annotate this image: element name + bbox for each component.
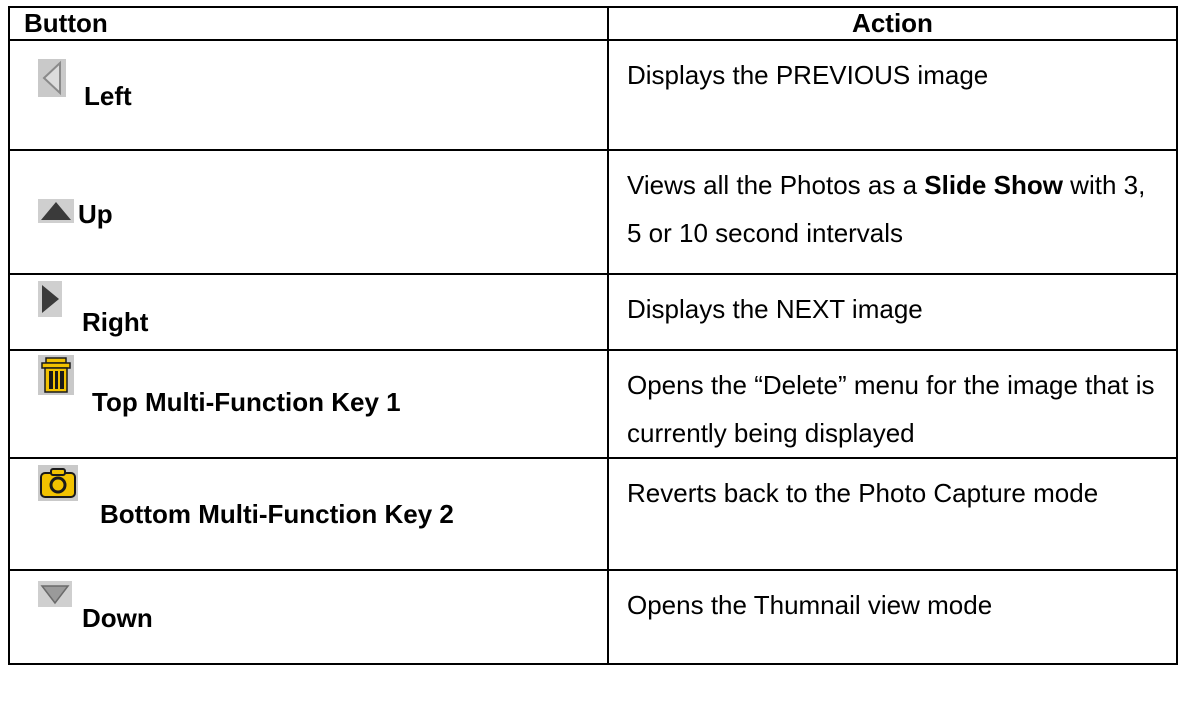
action-text: Displays the NEXT image	[627, 294, 923, 324]
table-row: Top Multi-Function Key 1 Opens the “Dele…	[8, 349, 1178, 459]
action-cell: Reverts back to the Photo Capture mode	[607, 457, 1178, 571]
action-text-bold: Slide Show	[924, 170, 1063, 200]
button-cell-right: Right	[8, 273, 609, 351]
button-action-table: Button Action Left Displays the PREVIOUS…	[8, 6, 1178, 665]
up-arrow-icon	[38, 199, 74, 228]
action-text: Opens the “Delete” menu for the image th…	[627, 370, 1155, 448]
button-label: Left	[84, 81, 132, 111]
table-row: Left Displays the PREVIOUS image	[8, 39, 1178, 151]
action-text-part: Views all the Photos as a	[627, 170, 925, 200]
button-label: Up	[78, 199, 113, 229]
button-label: Bottom Multi-Function Key 2	[100, 499, 454, 529]
action-cell: Opens the Thumnail view mode	[607, 569, 1178, 665]
action-text: Views all the Photos as a Slide Show wit…	[627, 170, 1145, 248]
action-cell: Displays the PREVIOUS image	[607, 39, 1178, 151]
table-row: Bottom Multi-Function Key 2 Reverts back…	[8, 457, 1178, 571]
action-cell: Views all the Photos as a Slide Show wit…	[607, 149, 1178, 275]
camera-icon	[38, 465, 78, 506]
button-label: Down	[82, 603, 153, 633]
table-row: Down Opens the Thumnail view mode	[8, 569, 1178, 665]
action-text: Opens the Thumnail view mode	[627, 590, 993, 620]
button-cell-up: Up	[8, 149, 609, 275]
action-cell: Displays the NEXT image	[607, 273, 1178, 351]
button-cell-key2: Bottom Multi-Function Key 2	[8, 457, 609, 571]
down-arrow-icon	[38, 581, 72, 612]
action-cell: Opens the “Delete” menu for the image th…	[607, 349, 1178, 459]
left-arrow-icon	[38, 59, 66, 102]
action-text: Displays the PREVIOUS image	[627, 60, 989, 90]
button-cell-down: Down	[8, 569, 609, 665]
table-row: Up Views all the Photos as a Slide Show …	[8, 149, 1178, 275]
action-text: Reverts back to the Photo Capture mode	[627, 478, 1099, 508]
button-label: Right	[82, 307, 149, 337]
table-row: Right Displays the NEXT image	[8, 273, 1178, 351]
button-label: Top Multi-Function Key 1	[92, 387, 401, 417]
button-cell-left: Left	[8, 39, 609, 151]
trash-icon	[38, 355, 74, 400]
header-button: Button	[8, 6, 609, 41]
table-header-row: Button Action	[8, 6, 1178, 41]
button-cell-key1: Top Multi-Function Key 1	[8, 349, 609, 459]
right-arrow-icon	[38, 281, 62, 322]
header-action: Action	[607, 6, 1178, 41]
